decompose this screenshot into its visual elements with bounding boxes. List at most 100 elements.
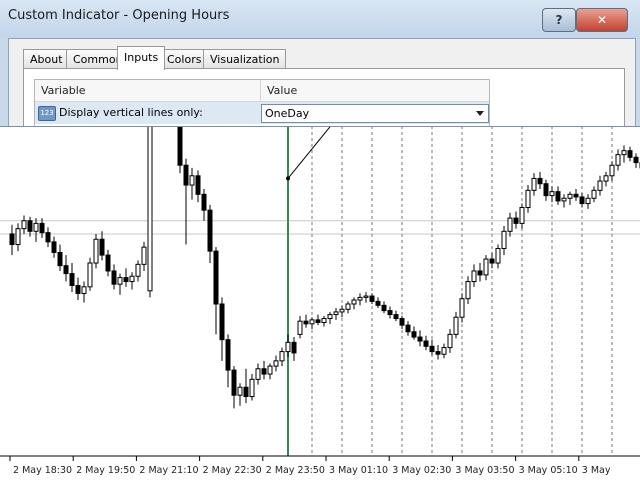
- candle-body: [459, 298, 465, 318]
- candle: [351, 297, 357, 310]
- candle-body: [453, 316, 459, 335]
- candle: [399, 315, 405, 330]
- candle-body: [39, 222, 45, 234]
- candle-body: [393, 314, 399, 320]
- candle-body: [483, 258, 489, 276]
- candle: [261, 360, 267, 380]
- candle: [627, 146, 633, 162]
- candle: [237, 383, 243, 406]
- candle: [51, 236, 57, 258]
- candle-body: [603, 175, 609, 182]
- candle: [123, 268, 129, 287]
- candle: [303, 314, 309, 328]
- candle: [567, 191, 573, 205]
- candle-body: [513, 217, 519, 224]
- candle: [195, 170, 201, 203]
- candle: [465, 276, 471, 304]
- candle-body: [561, 197, 567, 202]
- candle-body: [195, 175, 201, 195]
- candle-body: [255, 368, 261, 380]
- candle: [291, 337, 297, 361]
- x-tick-label: 3 May: [582, 465, 611, 476]
- close-button[interactable]: ✕: [576, 8, 628, 32]
- candle-body: [81, 286, 87, 294]
- value-dropdown-text: OneDay: [265, 107, 310, 120]
- candle: [495, 244, 501, 269]
- candle: [249, 374, 255, 401]
- x-tick-label: 2 May 23:50: [266, 465, 325, 476]
- candle: [633, 153, 639, 168]
- candle-body: [15, 228, 21, 246]
- tab-about[interactable]: About: [23, 49, 70, 69]
- candle-body: [549, 191, 555, 197]
- candle-body: [51, 241, 57, 253]
- candle-body: [465, 281, 471, 300]
- candle: [333, 307, 339, 320]
- candle-body: [357, 296, 363, 301]
- input-row[interactable]: 123 Display vertical lines only: OneDay: [35, 102, 489, 124]
- candle: [531, 173, 537, 196]
- candle: [267, 363, 273, 380]
- candle-body: [399, 318, 405, 326]
- x-axis-ticks: 2 May 18:30 2 May 19:50 2 May 21:10 2 May 2…: [9, 456, 611, 476]
- column-header-value[interactable]: Value: [261, 80, 489, 102]
- tab-inputs[interactable]: Inputs: [117, 46, 166, 70]
- candle: [441, 343, 447, 359]
- x-tick-label: 3 May 01:10: [329, 465, 388, 476]
- candle-body: [537, 177, 543, 185]
- candle: [579, 192, 585, 208]
- value-dropdown[interactable]: OneDay: [261, 104, 489, 123]
- candle: [213, 247, 219, 335]
- candle-body: [621, 150, 627, 156]
- candle-body: [531, 177, 537, 191]
- candle-body: [417, 336, 423, 342]
- candle-body: [327, 314, 333, 320]
- candle: [33, 218, 39, 242]
- column-header-variable[interactable]: Variable: [35, 80, 261, 102]
- candle-body: [477, 270, 483, 276]
- trendline-anchor-start[interactable]: [286, 176, 290, 181]
- candle: [345, 301, 351, 314]
- candle-body: [573, 193, 579, 198]
- candle: [255, 363, 261, 385]
- candle-body: [147, 103, 153, 292]
- x-tick-label: 2 May 21:10: [139, 465, 198, 476]
- candle-body: [363, 295, 369, 298]
- dropdown-arrow-icon[interactable]: [476, 111, 484, 116]
- candle-body: [87, 262, 93, 288]
- candle: [447, 329, 453, 353]
- tab-visualization[interactable]: Visualization: [203, 49, 287, 69]
- candle: [339, 305, 345, 318]
- candle-body: [9, 233, 15, 246]
- candle-body: [579, 196, 585, 205]
- candle-body: [471, 270, 477, 283]
- candle: [45, 227, 51, 248]
- candle-body: [315, 319, 321, 324]
- tab-colors[interactable]: Colors: [160, 49, 209, 69]
- candle: [381, 301, 387, 314]
- x-tick-label: 2 May 18:30: [13, 465, 72, 476]
- candle: [609, 161, 615, 182]
- candle-body: [285, 341, 291, 353]
- candle: [393, 310, 399, 322]
- candle: [141, 241, 147, 271]
- candle: [369, 293, 375, 304]
- candle-body: [525, 189, 531, 209]
- candle: [285, 334, 291, 357]
- x-tick-label: 2 May 22:30: [203, 465, 262, 476]
- candle: [201, 189, 207, 221]
- candle-body: [63, 265, 69, 275]
- candle-body: [273, 360, 279, 367]
- candle-body: [567, 193, 573, 199]
- candle-body: [387, 310, 393, 316]
- candle: [75, 277, 81, 301]
- candle-body: [243, 386, 249, 398]
- candle-body: [555, 191, 561, 202]
- title-bar[interactable]: Custom Indicator - Opening Hours ? ✕: [0, 0, 640, 38]
- candle: [423, 335, 429, 351]
- candle-body: [93, 238, 99, 264]
- candle-body: [105, 254, 111, 272]
- help-button[interactable]: ?: [542, 8, 576, 32]
- input-variable-label: Display vertical lines only:: [59, 106, 203, 119]
- candle-body: [435, 351, 441, 355]
